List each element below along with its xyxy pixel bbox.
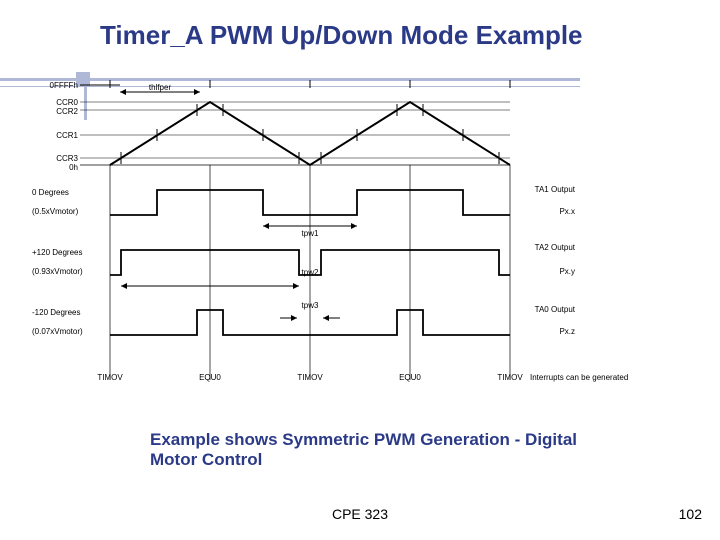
label-deg-n120: -120 Degrees (32, 308, 80, 317)
slide-title: Timer_A PWM Up/Down Mode Example (0, 20, 720, 57)
label-pxz: Px.z (559, 327, 575, 336)
label-thlfper: thlfper (149, 83, 172, 92)
label-tpw3: tpw3 (302, 301, 319, 310)
label-pxx: Px.x (559, 207, 575, 216)
label-ccr3: CCR3 (56, 154, 78, 163)
int-1: EQU0 (199, 373, 221, 382)
label-ccr1: CCR1 (56, 131, 78, 140)
footer-course: CPE 323 (0, 506, 720, 522)
pwm-row-ta0: -120 Degrees (0.07xVmotor) tpw3 TA0 Outp… (32, 301, 576, 336)
label-vm-n120: (0.07xVmotor) (32, 327, 83, 336)
int-note: Interrupts can be generated (530, 373, 628, 382)
interrupt-row: TIMOV EQU0 TIMOV EQU0 TIMOV Interrupts c… (97, 373, 628, 382)
label-tpw1: tpw1 (302, 229, 319, 238)
label-ta1: TA1 Output (535, 185, 576, 194)
label-0ffffh: 0FFFFh (50, 81, 78, 90)
int-3: EQU0 (399, 373, 421, 382)
label-0h: 0h (69, 163, 78, 172)
int-2: TIMOV (297, 373, 323, 382)
footer-page-number: 102 (679, 506, 702, 522)
pwm-row-ta2: +120 Degrees (0.93xVmotor) tpw2 TA2 Outp… (32, 243, 576, 289)
int-4: TIMOV (497, 373, 523, 382)
timing-diagram: 0FFFFh thlfper (20, 80, 700, 420)
label-vm-120: (0.93xVmotor) (32, 267, 83, 276)
pwm-row-ta1: 0 Degrees (0.5xVmotor) tpw1 TA1 Output P… (32, 185, 576, 238)
label-tpw2: tpw2 (302, 268, 319, 277)
slide-title-area: Timer_A PWM Up/Down Mode Example (0, 20, 720, 57)
label-pxy: Px.y (559, 267, 575, 276)
counter-plot: 0FFFFh thlfper (50, 80, 510, 172)
label-deg-120: +120 Degrees (32, 248, 82, 257)
label-vm-0: (0.5xVmotor) (32, 207, 79, 216)
label-deg-0: 0 Degrees (32, 188, 69, 197)
int-0: TIMOV (97, 373, 123, 382)
label-ta2: TA2 Output (535, 243, 576, 252)
slide-caption: Example shows Symmetric PWM Generation -… (150, 430, 600, 469)
label-ta0: TA0 Output (535, 305, 576, 314)
label-ccr2: CCR2 (56, 107, 78, 116)
label-ccr0: CCR0 (56, 98, 78, 107)
